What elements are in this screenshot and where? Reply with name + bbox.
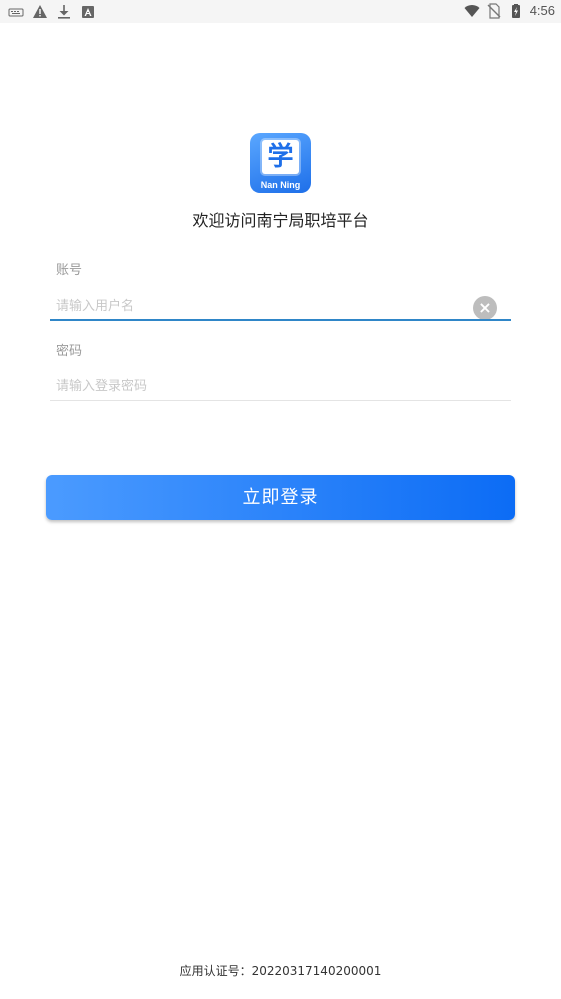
logo-character: 学 [267, 142, 294, 172]
no-sim-icon [487, 3, 501, 19]
welcome-title: 欢迎访问南宁局职培平台 [192, 211, 369, 230]
username-underline [50, 319, 511, 321]
status-time: 4:56 [529, 3, 555, 18]
password-input[interactable] [50, 372, 476, 400]
a-badge-icon [82, 6, 94, 18]
status-bar-left [8, 3, 96, 21]
account-label: 账号 [56, 263, 83, 278]
warning-icon [33, 5, 47, 18]
username-input[interactable] [50, 292, 476, 320]
app-logo: 学 Nan Ning [250, 133, 311, 193]
keyboard-icon [8, 8, 24, 17]
battery-charging-icon [511, 4, 520, 18]
password-underline [50, 400, 511, 401]
password-label: 密码 [56, 344, 83, 359]
clear-username-button[interactable]: × [473, 296, 497, 320]
login-button[interactable]: 立即登录 [46, 475, 515, 520]
logo-subtitle: Nan Ning [260, 180, 301, 190]
logo-book: 学 [262, 140, 299, 174]
wifi-icon [464, 5, 480, 17]
download-icon [58, 5, 70, 19]
clear-icon: × [478, 298, 492, 317]
status-bar: 4:56 [0, 0, 561, 23]
app-certification-number: 应用认证号：20220317140200001 [179, 964, 382, 978]
status-bar-right: 4:56 [464, 2, 555, 20]
